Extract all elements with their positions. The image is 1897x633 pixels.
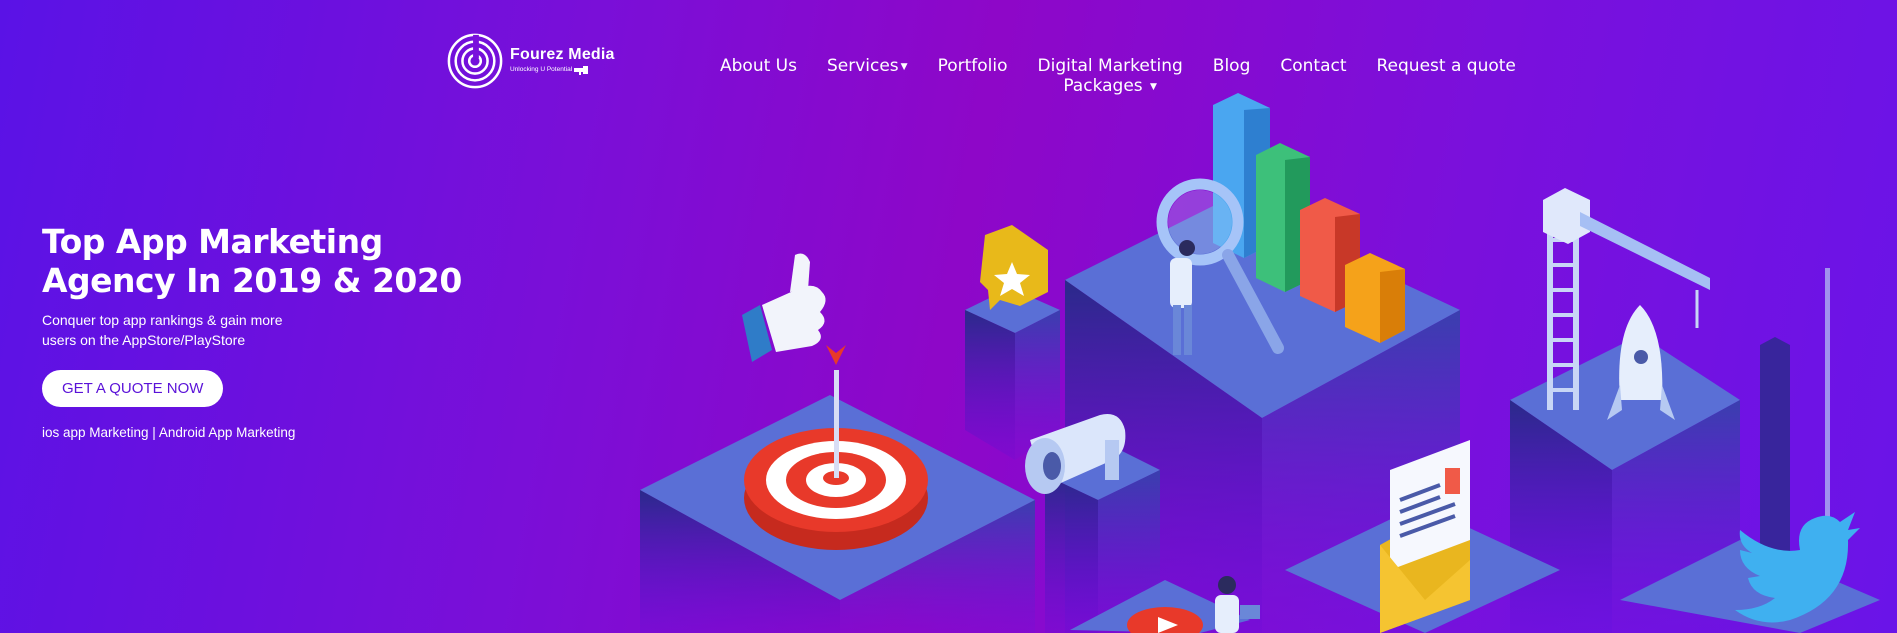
thin-pillars [1760,268,1830,560]
thumbs-up-icon [742,253,826,362]
target-icon [744,345,928,550]
star-chat-icon [980,225,1048,310]
marketing-illustration [640,93,1880,633]
envelope-icon [1380,440,1470,633]
star-chat-pillar [965,288,1060,460]
